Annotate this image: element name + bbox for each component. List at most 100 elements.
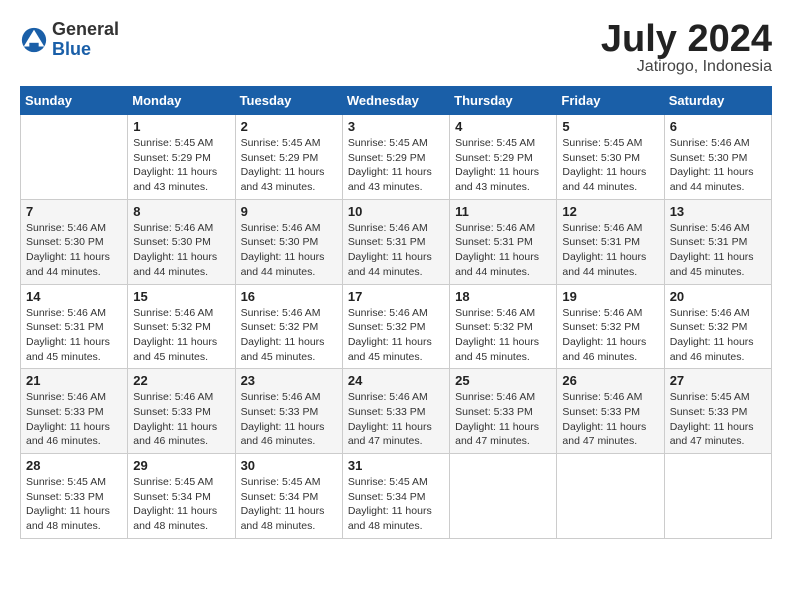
day-number: 2 (241, 119, 337, 134)
day-cell: 18 Sunrise: 5:46 AM Sunset: 5:32 PM Dayli… (450, 284, 557, 369)
day-info: Sunrise: 5:46 AM Sunset: 5:32 PM Dayligh… (562, 306, 658, 365)
calendar-header: SundayMondayTuesdayWednesdayThursdayFrid… (21, 87, 772, 115)
day-number: 26 (562, 373, 658, 388)
week-row-2: 7Sunrise: 5:46 AM Sunset: 5:30 PM Daylig… (21, 199, 772, 284)
day-info: Sunrise: 5:46 AM Sunset: 5:32 PM Dayligh… (241, 306, 337, 365)
day-info: Sunrise: 5:46 AM Sunset: 5:33 PM Dayligh… (348, 390, 444, 449)
day-info: Sunrise: 5:45 AM Sunset: 5:34 PM Dayligh… (241, 475, 337, 534)
day-info: Sunrise: 5:46 AM Sunset: 5:31 PM Dayligh… (26, 306, 122, 365)
day-info: Sunrise: 5:46 AM Sunset: 5:33 PM Dayligh… (241, 390, 337, 449)
day-info: Sunrise: 5:45 AM Sunset: 5:30 PM Dayligh… (562, 136, 658, 195)
day-cell: 10 Sunrise: 5:46 AM Sunset: 5:31 PM Dayli… (342, 199, 449, 284)
month-year: July 2024 (601, 20, 772, 58)
day-info: Sunrise: 5:45 AM Sunset: 5:29 PM Dayligh… (133, 136, 229, 195)
day-number: 18 (455, 289, 551, 304)
day-number: 22 (133, 373, 229, 388)
week-row-5: 28 Sunrise: 5:45 AM Sunset: 5:33 PM Dayli… (21, 454, 772, 539)
day-cell: 24 Sunrise: 5:46 AM Sunset: 5:33 PM Dayli… (342, 369, 449, 454)
day-info: Sunrise: 5:46 AM Sunset: 5:30 PM Dayligh… (670, 136, 766, 195)
day-cell: 4 Sunrise: 5:45 AM Sunset: 5:29 PM Daylig… (450, 115, 557, 200)
day-info: Sunrise: 5:46 AM Sunset: 5:32 PM Dayligh… (133, 306, 229, 365)
day-number: 12 (562, 204, 658, 219)
day-number: 20 (670, 289, 766, 304)
day-cell: 20 Sunrise: 5:46 AM Sunset: 5:32 PM Dayli… (664, 284, 771, 369)
day-cell (557, 454, 664, 539)
day-info: Sunrise: 5:45 AM Sunset: 5:33 PM Dayligh… (26, 475, 122, 534)
day-cell: 2 Sunrise: 5:45 AM Sunset: 5:29 PM Daylig… (235, 115, 342, 200)
day-number: 28 (26, 458, 122, 473)
day-info: Sunrise: 5:46 AM Sunset: 5:30 PM Dayligh… (133, 221, 229, 280)
day-info: Sunrise: 5:46 AM Sunset: 5:33 PM Dayligh… (562, 390, 658, 449)
day-info: Sunrise: 5:45 AM Sunset: 5:29 PM Dayligh… (241, 136, 337, 195)
day-number: 16 (241, 289, 337, 304)
day-cell: 9 Sunrise: 5:46 AM Sunset: 5:30 PM Daylig… (235, 199, 342, 284)
title-section: July 2024 Jatirogo, Indonesia (601, 20, 772, 76)
weekday-row: SundayMondayTuesdayWednesdayThursdayFrid… (21, 87, 772, 115)
week-row-1: 1 Sunrise: 5:45 AM Sunset: 5:29 PM Daylig… (21, 115, 772, 200)
day-number: 3 (348, 119, 444, 134)
day-number: 25 (455, 373, 551, 388)
day-cell: 7Sunrise: 5:46 AM Sunset: 5:30 PM Daylig… (21, 199, 128, 284)
day-number: 4 (455, 119, 551, 134)
day-info: Sunrise: 5:46 AM Sunset: 5:32 PM Dayligh… (670, 306, 766, 365)
day-number: 19 (562, 289, 658, 304)
day-info: Sunrise: 5:46 AM Sunset: 5:31 PM Dayligh… (455, 221, 551, 280)
day-cell: 31Sunrise: 5:45 AM Sunset: 5:34 PM Dayli… (342, 454, 449, 539)
weekday-header-friday: Friday (557, 87, 664, 115)
logo-text: General Blue (52, 20, 119, 60)
day-number: 15 (133, 289, 229, 304)
weekday-header-wednesday: Wednesday (342, 87, 449, 115)
day-cell: 28 Sunrise: 5:45 AM Sunset: 5:33 PM Dayli… (21, 454, 128, 539)
location: Jatirogo, Indonesia (601, 58, 772, 76)
day-cell: 30 Sunrise: 5:45 AM Sunset: 5:34 PM Dayli… (235, 454, 342, 539)
day-info: Sunrise: 5:46 AM Sunset: 5:32 PM Dayligh… (455, 306, 551, 365)
day-cell: 12 Sunrise: 5:46 AM Sunset: 5:31 PM Dayli… (557, 199, 664, 284)
day-number: 13 (670, 204, 766, 219)
day-number: 5 (562, 119, 658, 134)
day-info: Sunrise: 5:46 AM Sunset: 5:33 PM Dayligh… (455, 390, 551, 449)
day-number: 27 (670, 373, 766, 388)
day-number: 10 (348, 204, 444, 219)
day-cell: 19 Sunrise: 5:46 AM Sunset: 5:32 PM Dayli… (557, 284, 664, 369)
day-number: 11 (455, 204, 551, 219)
day-cell: 16 Sunrise: 5:46 AM Sunset: 5:32 PM Dayli… (235, 284, 342, 369)
day-cell: 5 Sunrise: 5:45 AM Sunset: 5:30 PM Daylig… (557, 115, 664, 200)
day-info: Sunrise: 5:45 AM Sunset: 5:34 PM Dayligh… (133, 475, 229, 534)
weekday-header-tuesday: Tuesday (235, 87, 342, 115)
day-info: Sunrise: 5:46 AM Sunset: 5:32 PM Dayligh… (348, 306, 444, 365)
day-cell: 13Sunrise: 5:46 AM Sunset: 5:31 PM Dayli… (664, 199, 771, 284)
day-number: 21 (26, 373, 122, 388)
day-cell: 25 Sunrise: 5:46 AM Sunset: 5:33 PM Dayli… (450, 369, 557, 454)
day-number: 8 (133, 204, 229, 219)
day-number: 6 (670, 119, 766, 134)
day-number: 24 (348, 373, 444, 388)
logo-blue: Blue (52, 40, 119, 60)
day-cell: 11 Sunrise: 5:46 AM Sunset: 5:31 PM Dayli… (450, 199, 557, 284)
day-cell (664, 454, 771, 539)
calendar-body: 1 Sunrise: 5:45 AM Sunset: 5:29 PM Daylig… (21, 115, 772, 539)
day-cell: 22Sunrise: 5:46 AM Sunset: 5:33 PM Dayli… (128, 369, 235, 454)
weekday-header-sunday: Sunday (21, 87, 128, 115)
day-number: 1 (133, 119, 229, 134)
day-cell: 3 Sunrise: 5:45 AM Sunset: 5:29 PM Daylig… (342, 115, 449, 200)
day-info: Sunrise: 5:45 AM Sunset: 5:29 PM Dayligh… (348, 136, 444, 195)
day-cell: 14 Sunrise: 5:46 AM Sunset: 5:31 PM Dayli… (21, 284, 128, 369)
day-info: Sunrise: 5:46 AM Sunset: 5:30 PM Dayligh… (241, 221, 337, 280)
day-info: Sunrise: 5:46 AM Sunset: 5:31 PM Dayligh… (348, 221, 444, 280)
day-cell (21, 115, 128, 200)
day-cell: 15 Sunrise: 5:46 AM Sunset: 5:32 PM Dayli… (128, 284, 235, 369)
day-info: Sunrise: 5:45 AM Sunset: 5:33 PM Dayligh… (670, 390, 766, 449)
day-info: Sunrise: 5:45 AM Sunset: 5:34 PM Dayligh… (348, 475, 444, 534)
logo: General Blue (20, 20, 119, 60)
day-number: 14 (26, 289, 122, 304)
weekday-header-thursday: Thursday (450, 87, 557, 115)
day-number: 17 (348, 289, 444, 304)
week-row-3: 14 Sunrise: 5:46 AM Sunset: 5:31 PM Dayli… (21, 284, 772, 369)
day-number: 30 (241, 458, 337, 473)
week-row-4: 21 Sunrise: 5:46 AM Sunset: 5:33 PM Dayli… (21, 369, 772, 454)
day-cell: 26 Sunrise: 5:46 AM Sunset: 5:33 PM Dayli… (557, 369, 664, 454)
day-info: Sunrise: 5:45 AM Sunset: 5:29 PM Dayligh… (455, 136, 551, 195)
day-info: Sunrise: 5:46 AM Sunset: 5:31 PM Dayligh… (562, 221, 658, 280)
logo-general: General (52, 20, 119, 40)
day-number: 9 (241, 204, 337, 219)
